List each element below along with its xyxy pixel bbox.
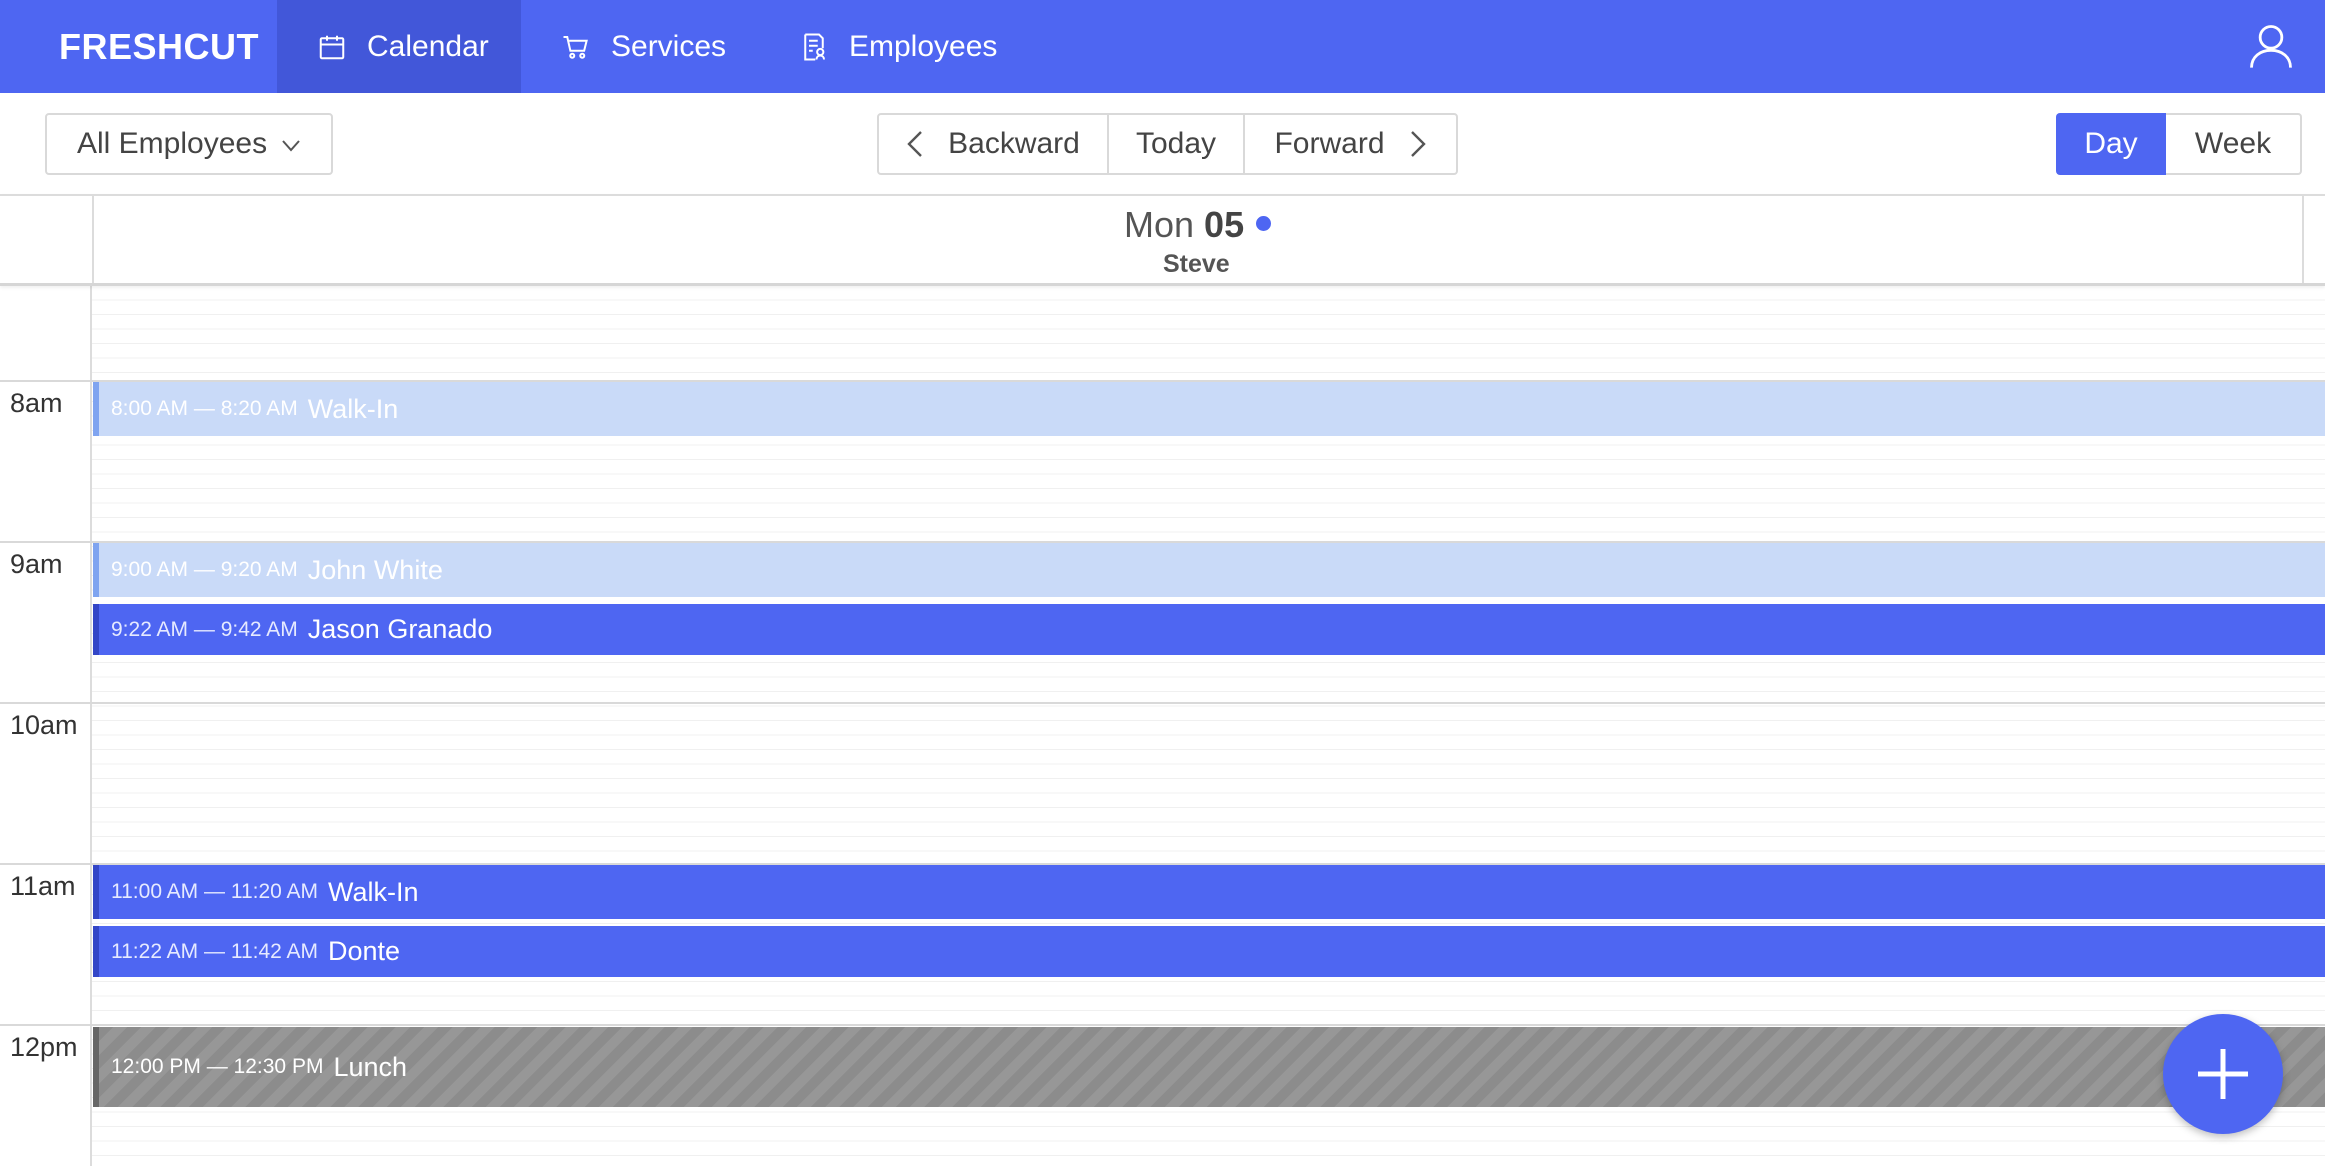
event-title: Jason Granado (307, 614, 493, 644)
event-time: 9:22 AM — 9:42 AM (111, 617, 298, 641)
hour-label: 8am (10, 388, 63, 418)
header-gutter (0, 196, 94, 283)
cart-icon (563, 35, 588, 59)
add-appointment-button[interactable] (2163, 1014, 2283, 1134)
nav-services-label: Services (611, 29, 727, 63)
user-icon[interactable] (2245, 20, 2297, 72)
day-heading: Mon 05 (1124, 204, 1272, 246)
plus-icon (2198, 1049, 2248, 1099)
event-title: Lunch (333, 1051, 408, 1082)
backward-label: Backward (948, 127, 1080, 160)
appointment-event[interactable]: 8:00 AM — 8:20 AM Walk-In (93, 382, 2325, 436)
event-title: Donte (328, 936, 401, 966)
chevron-down-icon (282, 140, 300, 152)
calendar-time-grid[interactable]: 8am 9am 10am 11am 12pm 8:00 AM — 8:20 AM… (0, 286, 2325, 1166)
event-title: John White (307, 554, 443, 585)
brand-logo[interactable]: FRESHCUT (59, 0, 259, 93)
event-time: 11:00 AM — 11:20 AM (111, 880, 319, 903)
lunch-block-event[interactable]: 12:00 PM — 12:30 PM Lunch (93, 1027, 2325, 1107)
event-title: Walk-In (328, 876, 419, 907)
day-number: 05 (1204, 204, 1245, 245)
appointment-event[interactable]: 9:22 AM — 9:42 AM Jason Granado (93, 604, 2325, 655)
top-nav-bar: FRESHCUT Calendar Services Employees (0, 0, 2325, 93)
nav-employees-label: Employees (849, 29, 998, 63)
nav-services[interactable]: Services (561, 0, 726, 93)
today-label: Today (1135, 127, 1217, 160)
appointment-event[interactable]: 9:00 AM — 9:20 AM John White (93, 543, 2325, 597)
calendar-icon (319, 35, 345, 59)
day-name: Mon (1124, 204, 1195, 245)
appointment-event[interactable]: 11:00 AM — 11:20 AM Walk-In (93, 865, 2325, 919)
employee-filter-select[interactable]: All Employees (45, 113, 333, 175)
date-navigation: Backward Today Forward (877, 113, 1458, 175)
hour-label: 12pm (10, 1032, 78, 1062)
event-time: 8:00 AM — 8:20 AM (111, 397, 298, 420)
employee-filter-value: All Employees (77, 127, 268, 160)
event-time: 9:00 AM — 9:20 AM (111, 558, 298, 581)
column-divider (2302, 196, 2304, 283)
event-title: Walk-In (307, 393, 399, 424)
nav-employees[interactable]: Employees (799, 0, 997, 93)
nav-calendar[interactable]: Calendar (277, 0, 521, 93)
week-view-button[interactable]: Week (2166, 113, 2302, 175)
backward-button[interactable]: Backward (879, 115, 1109, 173)
hour-line (0, 1024, 2325, 1026)
event-time: 12:00 PM — 12:30 PM (111, 1055, 324, 1078)
event-time: 11:22 AM — 11:42 AM (111, 939, 319, 963)
day-view-button[interactable]: Day (2056, 113, 2166, 175)
hour-label: 10am (10, 710, 78, 740)
hour-label: 9am (10, 549, 63, 579)
view-toggle: Day Week (2056, 113, 2302, 175)
appointment-event[interactable]: 11:22 AM — 11:42 AM Donte (93, 926, 2325, 977)
id-badge-icon (804, 33, 825, 60)
nav-calendar-label: Calendar (367, 29, 489, 63)
chevron-left-icon (907, 131, 922, 157)
forward-label: Forward (1274, 127, 1385, 160)
calendar-header: Mon 05 Steve (0, 194, 2325, 286)
today-button[interactable]: Today (1109, 115, 1245, 173)
hour-line (0, 702, 2325, 704)
chevron-right-icon (1410, 131, 1426, 157)
today-indicator-dot (1256, 215, 1272, 231)
hour-label: 11am (10, 871, 76, 901)
forward-button[interactable]: Forward (1245, 115, 1456, 173)
employee-column-name: Steve (1163, 250, 1230, 278)
